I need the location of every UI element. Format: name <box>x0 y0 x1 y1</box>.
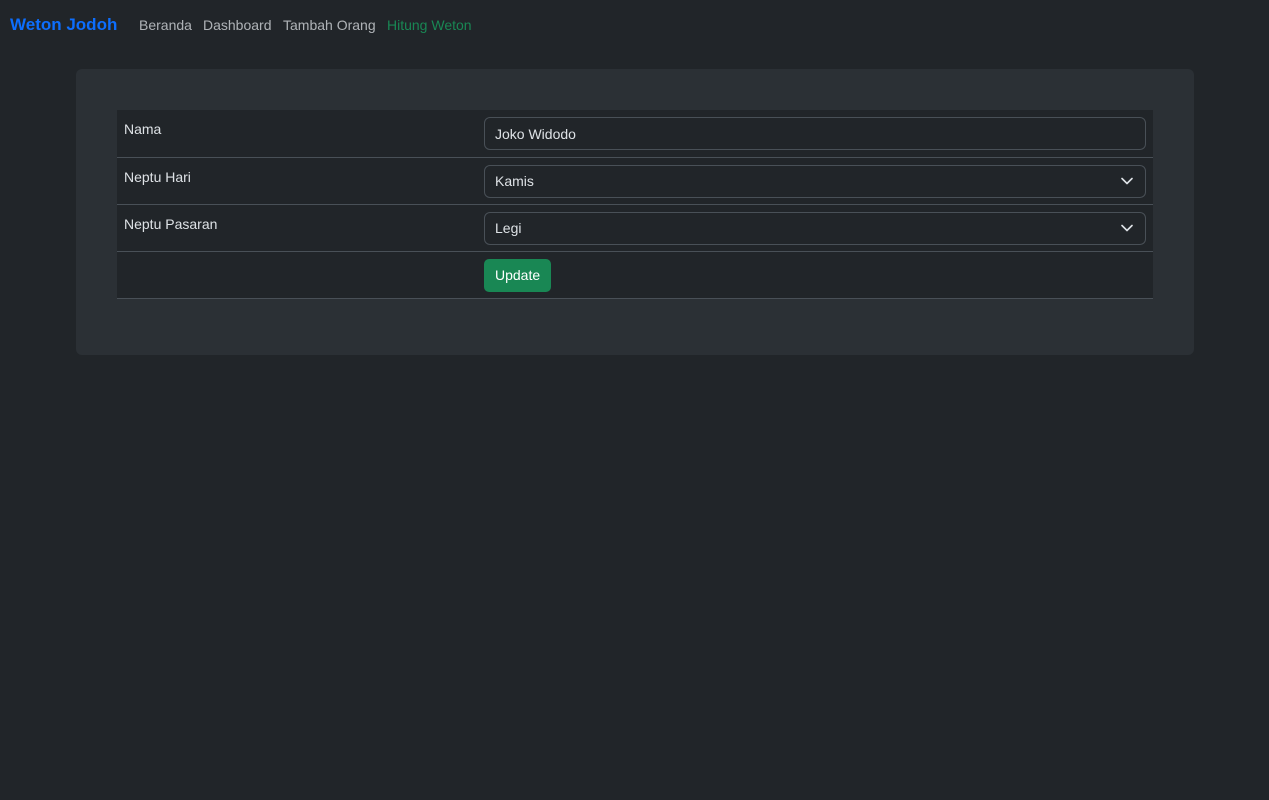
brand-link[interactable]: Weton Jodoh <box>10 14 117 36</box>
navbar: Weton Jodoh Beranda Dashboard Tambah Ora… <box>0 0 1269 49</box>
form-row-nama: Nama <box>117 110 1153 158</box>
chevron-down-icon <box>1121 224 1133 231</box>
neptu-pasaran-selected-value: Legi <box>495 219 522 236</box>
nama-label: Nama <box>117 110 477 158</box>
neptu-hari-label: Neptu Hari <box>117 157 477 205</box>
nav-link-dashboard[interactable]: Dashboard <box>203 16 272 34</box>
nama-input[interactable] <box>484 117 1146 150</box>
nav-link-beranda[interactable]: Beranda <box>139 16 192 34</box>
nama-field-cell <box>477 110 1153 158</box>
form-row-neptu-pasaran: Neptu Pasaran Legi <box>117 204 1153 252</box>
update-button[interactable]: Update <box>484 258 552 292</box>
nav-link-hitung-weton[interactable]: Hitung Weton <box>387 16 472 34</box>
submit-field-cell: Update <box>477 251 1153 299</box>
neptu-hari-select[interactable]: Kamis <box>484 164 1146 198</box>
neptu-hari-field-cell: Kamis <box>477 157 1153 205</box>
form-row-submit: Update <box>117 251 1153 299</box>
weton-form-table: Nama Neptu Hari Kamis Neptu Pasaran Legi <box>117 110 1153 299</box>
chevron-down-icon <box>1121 177 1133 184</box>
form-row-neptu-hari: Neptu Hari Kamis <box>117 157 1153 205</box>
nav-link-tambah-orang[interactable]: Tambah Orang <box>283 16 376 34</box>
neptu-pasaran-select[interactable]: Legi <box>484 211 1146 245</box>
neptu-pasaran-field-cell: Legi <box>477 204 1153 252</box>
form-card: Nama Neptu Hari Kamis Neptu Pasaran Legi <box>76 69 1194 355</box>
neptu-hari-selected-value: Kamis <box>495 172 534 189</box>
submit-empty-label <box>117 251 477 299</box>
neptu-pasaran-label: Neptu Pasaran <box>117 204 477 252</box>
